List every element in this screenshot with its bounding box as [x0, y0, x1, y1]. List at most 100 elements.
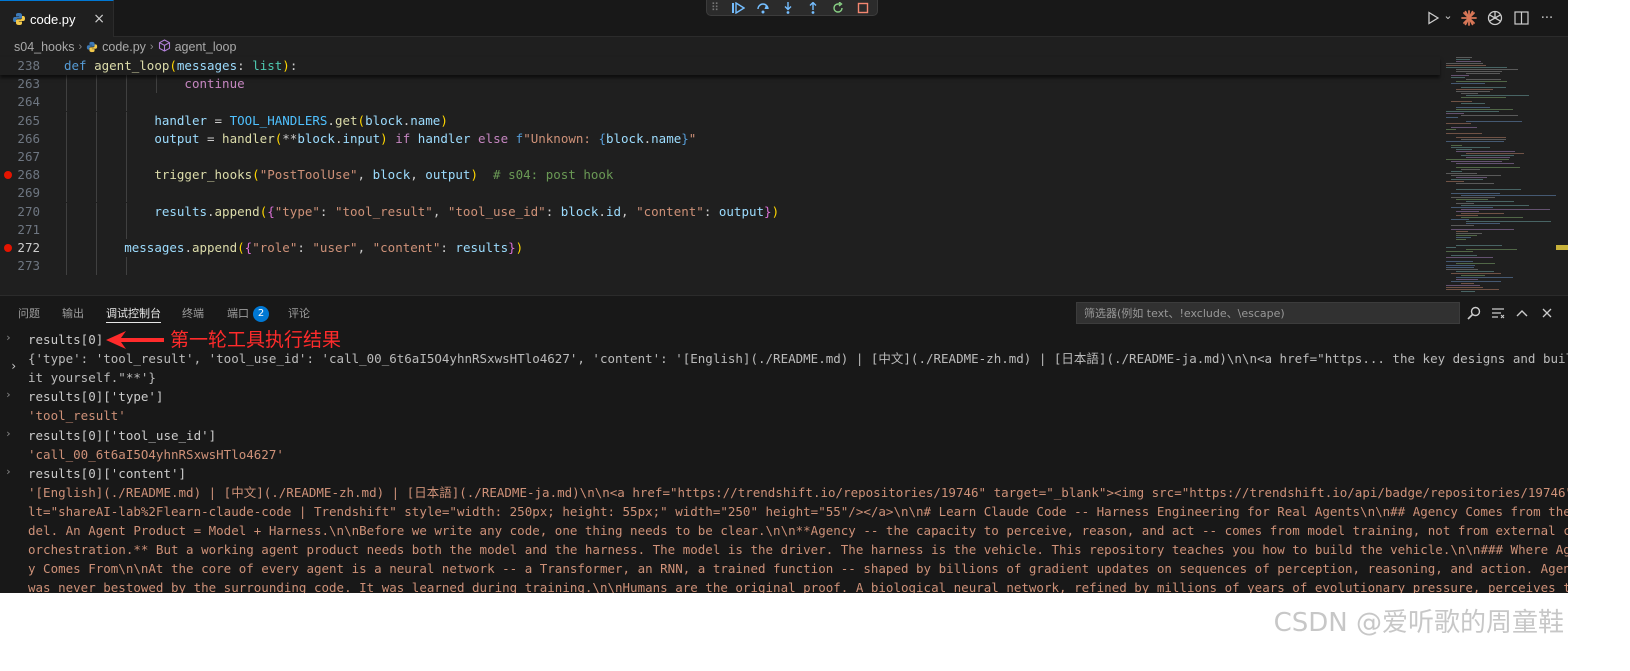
python-file-icon — [12, 12, 26, 26]
minimap-line — [1446, 67, 1507, 68]
list-filter-icon[interactable] — [1490, 305, 1506, 321]
minimap-line — [1451, 127, 1477, 128]
chevron-right-icon[interactable]: › — [10, 359, 17, 373]
minimap-line — [1451, 197, 1495, 198]
code-token: ** — [282, 130, 298, 146]
debug-toolbar: ⠿ — [706, 0, 878, 16]
panel-tab[interactable]: 输出 — [62, 305, 84, 323]
annotation-text: 第一轮工具执行结果 — [170, 329, 342, 351]
code-line: 271 — [0, 220, 1440, 239]
minimap-line — [1456, 271, 1494, 272]
code-token: } — [681, 130, 689, 146]
continue-icon[interactable] — [730, 1, 746, 15]
claude-icon[interactable] — [1460, 8, 1478, 28]
minimap-line — [1446, 251, 1473, 252]
minimap-change-marker — [1556, 245, 1568, 250]
close-icon[interactable]: × — [93, 11, 105, 27]
indent-guide — [96, 148, 97, 166]
code-token: "role" — [252, 240, 298, 255]
minimap[interactable] — [1440, 57, 1568, 295]
minimap-line — [1461, 209, 1550, 210]
panel-tab[interactable]: 端口 2 — [227, 305, 269, 323]
restart-icon[interactable] — [830, 1, 846, 15]
minimap-line — [1461, 291, 1475, 292]
more-actions-icon[interactable]: ··· — [1538, 8, 1556, 28]
close-icon[interactable] — [1539, 305, 1555, 321]
search-icon[interactable] — [1466, 305, 1482, 321]
minimap-line — [1456, 279, 1478, 280]
code-text: output = handler(**block.input) if handl… — [64, 130, 696, 148]
minimap-line — [1466, 223, 1500, 224]
openai-icon[interactable] — [1486, 8, 1504, 28]
count-badge: 2 — [253, 306, 269, 322]
code-token: append — [214, 203, 260, 219]
line-number: 268 — [17, 167, 40, 183]
panel-tab[interactable]: 调试控制台 — [106, 305, 161, 323]
minimap-line — [1456, 237, 1471, 238]
panel-tab-label: 调试控制台 — [106, 307, 161, 320]
breadcrumb-file[interactable]: code.py — [86, 40, 146, 54]
minimap-line — [1451, 207, 1493, 208]
tab-code-py[interactable]: code.py × — [0, 0, 114, 37]
run-icon[interactable] — [1424, 8, 1442, 28]
minimap-line — [1461, 195, 1556, 196]
code-token: "PostToolUse" — [259, 167, 358, 183]
panel-tab[interactable]: 评论 — [288, 305, 310, 323]
minimap-line — [1461, 87, 1506, 88]
breadcrumb-symbol[interactable]: agent_loop — [158, 39, 236, 55]
code-text: results.append({"type": "tool_result", "… — [64, 203, 779, 221]
minimap-line — [1446, 265, 1475, 266]
editor-actions: ⌄ ··· — [1424, 8, 1556, 28]
indent-guide — [66, 148, 67, 166]
run-dropdown-icon[interactable]: ⌄ — [1443, 5, 1452, 25]
filter-input[interactable] — [1076, 302, 1460, 324]
console-output: 'tool_result' — [28, 408, 126, 424]
panel-tab[interactable]: 问题 — [18, 305, 40, 323]
code-token: . — [327, 112, 335, 128]
minimap-line — [1446, 267, 1474, 268]
code-token: trigger_hooks — [154, 167, 253, 183]
method-cube-icon — [158, 39, 171, 55]
minimap-line — [1466, 221, 1551, 222]
panel-tab[interactable]: 终端 — [182, 305, 204, 323]
minimap-line — [1456, 151, 1515, 152]
indent-guide — [126, 93, 127, 112]
line-number: 272 — [17, 240, 40, 255]
minimap-line — [1461, 217, 1523, 218]
code-editor[interactable]: 238 def agent_loop(messages: list): 263 co… — [0, 57, 1440, 295]
minimap-line — [1466, 73, 1500, 74]
chevron-up-icon[interactable] — [1514, 305, 1530, 321]
panel-tab-label: 终端 — [182, 307, 204, 320]
indent-guide — [66, 93, 67, 112]
code-text: trigger_hooks("PostToolUse", block, outp… — [64, 166, 613, 184]
code-token: { — [267, 203, 275, 219]
code-token: block — [297, 130, 335, 146]
code-token: } — [508, 240, 516, 255]
step-into-icon[interactable] — [780, 1, 796, 15]
line-number: 270 — [17, 203, 40, 219]
code-line: 265 handler = TOOL_HANDLERS.get(block.na… — [0, 111, 1440, 130]
debug-console-output[interactable]: › results[0] › {'type': 'tool_result', 'too… — [0, 330, 1568, 593]
code-token: } — [764, 203, 772, 219]
step-over-icon[interactable] — [755, 1, 771, 15]
split-editor-icon[interactable] — [1512, 8, 1530, 28]
minimap-line — [1446, 247, 1456, 248]
red-arrow-icon — [104, 330, 166, 354]
stop-icon[interactable] — [855, 1, 871, 15]
minimap-line — [1446, 117, 1458, 118]
code-token: messages — [176, 58, 238, 73]
line-number: 238 — [17, 58, 40, 73]
code-token: block — [605, 130, 644, 146]
drag-handle-icon[interactable]: ⠿ — [711, 1, 721, 14]
step-out-icon[interactable] — [805, 1, 821, 15]
code-token: output — [718, 203, 765, 219]
code-text: continue — [64, 75, 244, 93]
breadcrumb-folder[interactable]: s04_hooks — [14, 40, 74, 54]
console-output: 'call_00_6t6aI5O4yhnRSxwsHTlo4627' — [28, 446, 284, 462]
console-output: y Comes From\n\nAt the core of every age… — [28, 561, 1568, 577]
minimap-line — [1451, 75, 1469, 76]
indent-guide — [96, 93, 97, 112]
